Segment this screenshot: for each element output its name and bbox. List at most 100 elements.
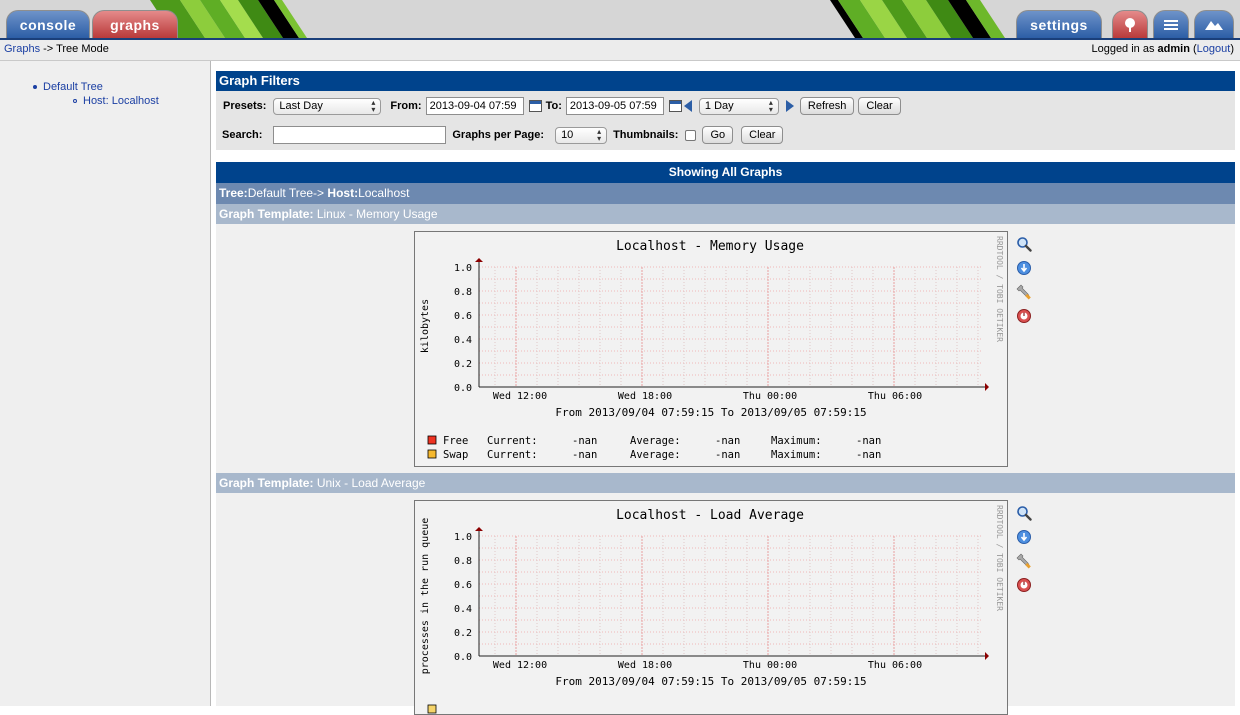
legend-current-label: Current: [487, 435, 538, 447]
y-tick: 1.0 [454, 263, 472, 274]
graph-y-axis-label: processes in the run queue [420, 518, 431, 675]
graph-template-name: Linux - Memory Usage [316, 207, 438, 221]
legend-average-label: Average: [630, 449, 681, 461]
x-tick: Thu 06:00 [868, 660, 922, 671]
search-label: Search: [222, 129, 263, 141]
tree-item-host-localhost[interactable]: Host: Localhost [73, 95, 159, 107]
to-label: To: [545, 100, 562, 112]
logout-link[interactable]: Logout [1197, 43, 1231, 55]
from-date-input[interactable]: 2013-09-04 07:59 [425, 97, 524, 115]
legend-average-value: -nan [715, 449, 740, 461]
legend-swatch-free [427, 435, 437, 445]
presets-label: Presets: [223, 100, 267, 112]
legend-maximum-value: -nan [856, 449, 881, 461]
legend-swatch [427, 704, 437, 714]
legend-average-value: -nan [715, 435, 740, 447]
graph-watermark: RRDTOOL / TOBI OETIKER [995, 236, 1004, 342]
mountain-icon [1205, 20, 1223, 30]
rrd-graph-memory-usage[interactable]: Localhost - Memory Usage kilobytes RRDTO… [414, 231, 1008, 467]
zoom-icon[interactable] [1016, 236, 1032, 252]
graph-legend: Free Current: -nan Average: -nan Maximum… [427, 435, 881, 461]
breadcrumb-bar: Graphs -> Tree Mode Logged in as admin (… [0, 40, 1240, 61]
graph-time-range: From 2013/09/04 07:59:15 To 2013/09/05 0… [555, 406, 866, 419]
graph-actions [1016, 236, 1032, 332]
legend-swatch-swap [427, 449, 437, 459]
y-tick: 0.4 [454, 604, 472, 615]
graph-title: Localhost - Load Average [616, 508, 804, 523]
breadcrumb: Graphs -> Tree Mode [4, 43, 109, 55]
timespan-select[interactable]: 1 Day [698, 97, 779, 115]
csv-export-icon[interactable] [1016, 260, 1032, 276]
list-view-tab[interactable] [1153, 10, 1189, 38]
list-icon [1164, 19, 1178, 30]
graph-watermark: RRDTOOL / TOBI OETIKER [995, 505, 1004, 611]
tree-pane: Default Tree Host: Localhost [0, 61, 211, 706]
filters-row-1: Presets: Last Day From: 2013-09-04 07:59… [216, 97, 901, 115]
debug-icon[interactable] [1016, 577, 1032, 593]
thumbnails-label: Thumbnails: [613, 129, 679, 141]
x-tick: Thu 06:00 [868, 391, 922, 402]
tab-settings[interactable]: settings [1016, 10, 1102, 38]
graph-filters-title: Graph Filters [216, 71, 1235, 91]
legend-current-label: Current: [487, 449, 538, 461]
to-calendar-icon[interactable] [668, 100, 682, 112]
shift-left-icon[interactable] [683, 100, 692, 112]
graph-y-axis-label: kilobytes [420, 299, 431, 353]
shift-right-icon[interactable] [785, 100, 794, 112]
from-label: From: [390, 100, 422, 112]
host-label: Host: [327, 186, 359, 200]
tab-graphs[interactable]: graphs [92, 10, 178, 38]
clear-search-button[interactable]: Clear [741, 126, 784, 144]
thumbnails-checkbox[interactable] [685, 129, 697, 141]
y-axis-arrow [475, 258, 483, 262]
graphs-per-page-select[interactable]: 10 [555, 126, 608, 144]
tab-console[interactable]: console [6, 10, 90, 38]
y-tick: 0.2 [454, 628, 472, 639]
zoom-icon[interactable] [1016, 505, 1032, 521]
graph-template-label: Graph Template: [219, 476, 314, 490]
bullet-icon [73, 99, 77, 103]
go-button[interactable]: Go [702, 126, 734, 144]
graph-title: Localhost - Memory Usage [616, 239, 804, 254]
y-tick: 0.6 [454, 580, 472, 591]
x-tick: Wed 18:00 [618, 660, 672, 671]
x-axis-arrow [985, 383, 989, 391]
debug-icon[interactable] [1016, 308, 1032, 324]
graph-tree: Default Tree Host: Localhost [33, 81, 159, 107]
legend-maximum-label: Maximum: [771, 449, 822, 461]
breadcrumb-graphs-link[interactable]: Graphs [4, 43, 40, 55]
tree-value: Default Tree-> [247, 186, 325, 200]
y-tick: 0.8 [454, 556, 472, 567]
preview-view-tab[interactable] [1194, 10, 1234, 38]
legend-current-value: -nan [572, 449, 597, 461]
graph-template-header: Graph Template: Unix - Load Average [216, 473, 1235, 493]
from-calendar-icon[interactable] [528, 100, 542, 112]
tree-icon [1125, 17, 1135, 32]
x-tick: Wed 12:00 [493, 660, 547, 671]
presets-select[interactable]: Last Day [273, 97, 382, 115]
tree-label: Tree: [219, 186, 248, 200]
edit-graph-icon[interactable] [1016, 284, 1032, 300]
y-tick: 1.0 [454, 532, 472, 543]
tree-item-label: Host: Localhost [83, 95, 159, 107]
login-user: admin [1157, 43, 1190, 55]
clear-dates-button[interactable]: Clear [858, 97, 901, 115]
tree-item-default-tree[interactable]: Default Tree [33, 81, 159, 93]
x-tick: Wed 12:00 [493, 391, 547, 402]
rrd-graph-load-average[interactable]: Localhost - Load Average processes in th… [414, 500, 1008, 715]
y-tick: 0.2 [454, 359, 472, 370]
edit-graph-icon[interactable] [1016, 553, 1032, 569]
graph-axes [478, 531, 985, 657]
x-tick: Thu 00:00 [743, 660, 797, 671]
search-input[interactable] [273, 126, 447, 144]
y-tick: 0.6 [454, 311, 472, 322]
graphs-per-page-label: Graphs per Page: [452, 129, 545, 141]
refresh-button[interactable]: Refresh [799, 97, 855, 115]
y-tick: 0.8 [454, 287, 472, 298]
graph-filters-panel: Graph Filters Presets: Last Day From: 20… [216, 71, 1235, 150]
csv-export-icon[interactable] [1016, 529, 1032, 545]
tree-view-tab[interactable] [1112, 10, 1148, 38]
to-date-input[interactable]: 2013-09-05 07:59 [565, 97, 664, 115]
filters-row-2: Search: Graphs per Page: 10 Thumbnails: … [216, 126, 784, 144]
y-tick: 0.4 [454, 335, 472, 346]
